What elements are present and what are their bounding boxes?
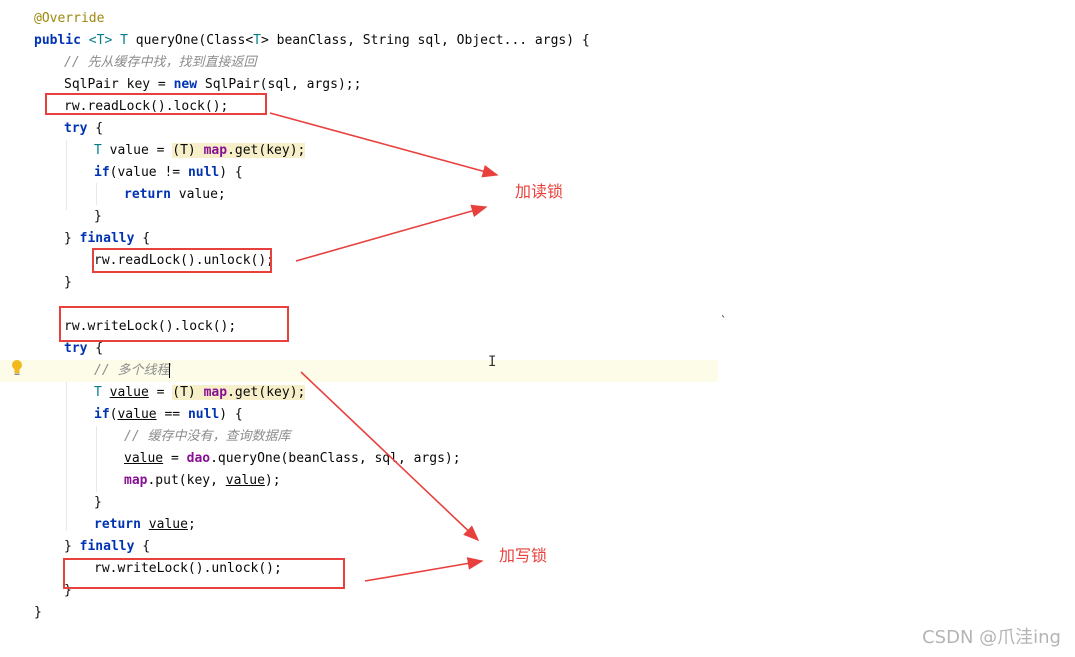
bulb-icon[interactable] [10, 359, 24, 377]
text-cursor-icon: I [488, 354, 497, 370]
arrow-write-unlock [364, 557, 484, 582]
read-lock-label: 加读锁 [515, 182, 564, 201]
watermark: CSDN @爪洼ing [922, 627, 1061, 648]
write-lock-label: 加写锁 [499, 546, 548, 565]
stray-mark: ` [720, 314, 728, 328]
arrow-read-lock [269, 112, 499, 178]
arrow-write-lock [300, 371, 480, 542]
arrow-read-unlock [295, 204, 488, 262]
